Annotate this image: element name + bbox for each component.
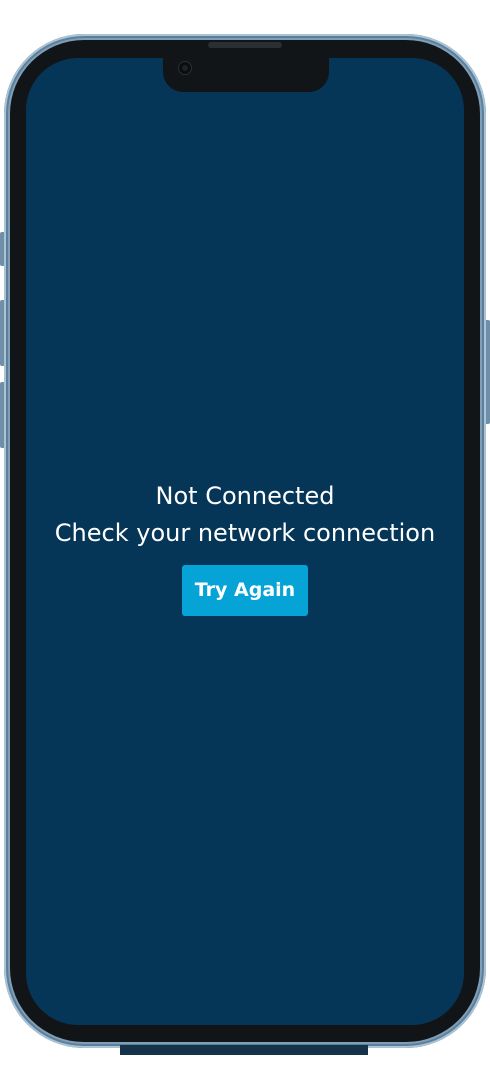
front-camera-icon (179, 62, 191, 74)
notch (163, 56, 329, 92)
error-message: Check your network connection (54, 519, 436, 547)
earpiece-speaker (208, 42, 282, 48)
error-title: Not Connected (155, 482, 335, 510)
phone-mockup: Not Connected Check your network connect… (0, 0, 490, 1080)
connection-error-panel: Not Connected Check your network connect… (26, 478, 464, 616)
device-bottom-edge (120, 1045, 368, 1055)
try-again-button[interactable]: Try Again (182, 565, 308, 616)
app-screen: Not Connected Check your network connect… (26, 58, 464, 1025)
